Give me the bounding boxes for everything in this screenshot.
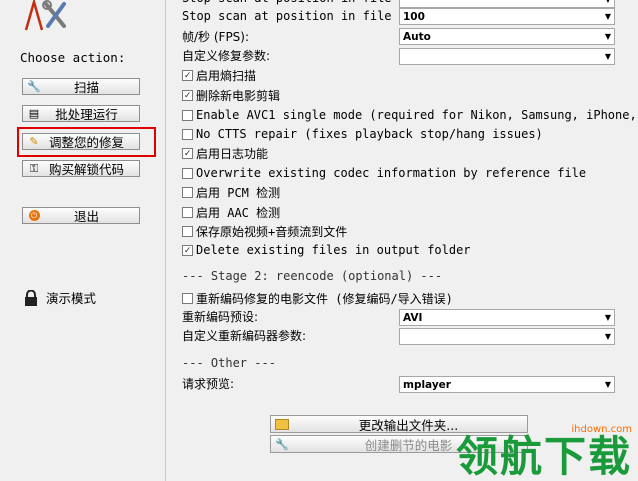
reencoder-params-select[interactable]: ▼ (399, 328, 615, 345)
stop-scan-label: Stop scan at position in file (182, 0, 392, 7)
chevron-down-icon: ▼ (604, 52, 611, 61)
checkbox[interactable]: ✓ (182, 244, 193, 256)
key-icon: ⚿ (29, 161, 39, 175)
app-logo-icon (24, 0, 66, 31)
fps-select[interactable]: Auto ▼ (399, 28, 615, 45)
other-header: --- Other --- (182, 356, 276, 370)
checkbox[interactable]: ✓ (182, 147, 193, 159)
stop-scan-select[interactable]: 100 ▼ (399, 8, 615, 25)
checkbox[interactable] (182, 167, 193, 179)
watermark: ihdown.com 领航下载 (456, 424, 632, 479)
stage2-header: --- Stage 2: reencode (optional) --- (182, 269, 443, 283)
check-pcm-detect[interactable]: 启用 PCM 检测 (182, 183, 280, 201)
document-icon: ▤ (28, 107, 40, 120)
chevron-down-icon: ▼ (604, 380, 611, 389)
check-entropy-scan[interactable]: ✓ 启用熵扫描 (182, 66, 256, 84)
lock-icon (25, 289, 37, 306)
check-avc1-mode[interactable]: Enable AVC1 single mode (required for Ni… (182, 106, 637, 124)
buy-unlock-code-button[interactable]: ⚿ 购买解锁代码 (22, 160, 140, 177)
checkbox[interactable] (182, 292, 193, 304)
exit-button[interactable]: ⏻ 退出 (22, 207, 140, 224)
power-icon: ⏻ (26, 209, 42, 223)
scan-button[interactable]: 🔧 扫描 (22, 78, 140, 95)
preview-label: 请求预览: (182, 376, 235, 391)
check-no-ctts[interactable]: No CTTS repair (fixes playback stop/hang… (182, 125, 543, 143)
checkbox[interactable]: ✓ (182, 89, 193, 101)
checkbox[interactable] (182, 128, 193, 140)
folder-icon (274, 418, 290, 430)
check-enable-log[interactable]: ✓ 启用日志功能 (182, 144, 268, 162)
checkbox[interactable] (182, 186, 193, 198)
checkbox[interactable] (182, 109, 193, 121)
hidden-select[interactable]: ▼ (399, 0, 615, 8)
reencoder-params-label: 自定义重新编码器参数: (182, 328, 307, 343)
choose-action-label: Choose action: (20, 50, 126, 65)
check-reencode[interactable]: 重新编码修复的电影文件 (修复编码/导入错误) (182, 289, 453, 307)
chevron-down-icon: ▼ (604, 12, 611, 21)
wrench-icon: 🔧 (27, 80, 41, 93)
chevron-down-icon: ▼ (604, 32, 611, 41)
chevron-down-icon: ▼ (604, 313, 611, 322)
checkbox[interactable]: ✓ (182, 69, 193, 81)
checkbox[interactable] (182, 206, 193, 218)
check-save-streams[interactable]: 保存原始视频+音频流到文件 (182, 222, 347, 240)
preset-select[interactable]: AVI ▼ (399, 309, 615, 326)
highlight-box (17, 127, 156, 157)
custom-params-label: 自定义修复参数: (182, 48, 271, 63)
preset-label: 重新编码预设: (182, 309, 259, 324)
demo-mode: 演示模式 (24, 288, 96, 307)
preview-select[interactable]: mplayer ▼ (399, 376, 615, 393)
custom-params-select[interactable]: ▼ (399, 48, 615, 65)
stop-scan-label: Stop scan at position in file (182, 9, 392, 23)
sidebar: Choose action: 🔧 扫描 ▤ 批处理运行 ✎ 调整您的修复 ⚿ 购… (0, 0, 166, 481)
check-overwrite-codec[interactable]: Overwrite existing codec information by … (182, 164, 586, 182)
checkbox[interactable] (182, 225, 193, 237)
fps-label: 帧/秒 (FPS): (182, 29, 250, 44)
check-delete-existing[interactable]: ✓ Delete existing files in output folder (182, 241, 471, 259)
batch-run-button[interactable]: ▤ 批处理运行 (22, 105, 140, 122)
check-aac-detect[interactable]: 启用 AAC 检测 (182, 203, 280, 221)
watermark-text: 领航下载 (455, 432, 632, 481)
check-delete-new-clip[interactable]: ✓ 删除新电影剪辑 (182, 86, 280, 104)
wrench-icon: 🔧 (275, 437, 289, 451)
chevron-down-icon: ▼ (604, 332, 611, 341)
options-panel: Stop scan at position in file ▼ Stop sca… (166, 0, 638, 481)
